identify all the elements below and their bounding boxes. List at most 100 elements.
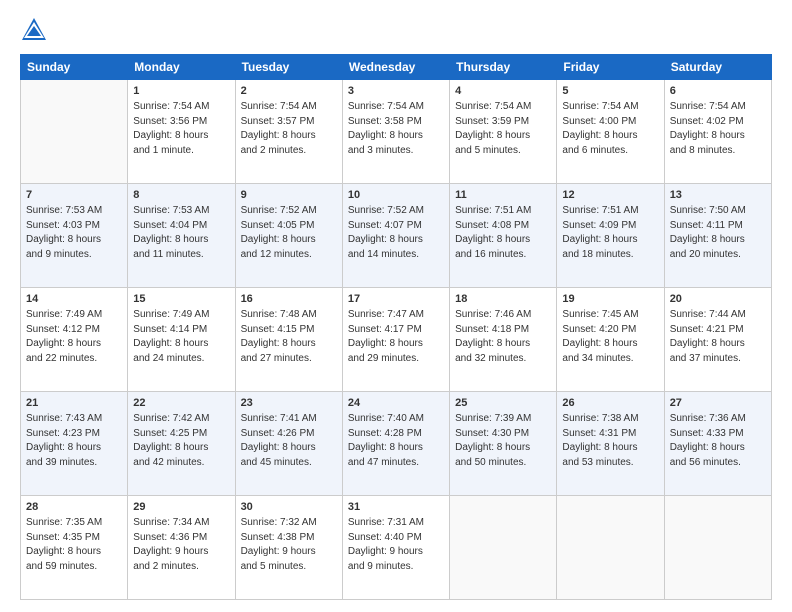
day-info: Sunrise: 7:54 AM Sunset: 4:02 PM Dayligh… — [670, 100, 766, 158]
day-info: Sunrise: 7:51 AM Sunset: 4:08 PM Dayligh… — [455, 204, 551, 262]
day-header: Friday — [557, 55, 664, 80]
day-info: Sunrise: 7:53 AM Sunset: 4:04 PM Dayligh… — [133, 204, 229, 262]
day-header: Wednesday — [342, 55, 449, 80]
day-info: Sunrise: 7:48 AM Sunset: 4:15 PM Dayligh… — [241, 308, 337, 366]
day-number: 16 — [241, 292, 337, 307]
day-number: 1 — [133, 84, 229, 99]
day-info: Sunrise: 7:47 AM Sunset: 4:17 PM Dayligh… — [348, 308, 444, 366]
day-cell: 6Sunrise: 7:54 AM Sunset: 4:02 PM Daylig… — [664, 80, 771, 184]
day-cell — [450, 496, 557, 600]
day-info: Sunrise: 7:54 AM Sunset: 3:58 PM Dayligh… — [348, 100, 444, 158]
day-number: 19 — [562, 292, 658, 307]
day-info: Sunrise: 7:52 AM Sunset: 4:05 PM Dayligh… — [241, 204, 337, 262]
day-info: Sunrise: 7:49 AM Sunset: 4:12 PM Dayligh… — [26, 308, 122, 366]
day-cell: 27Sunrise: 7:36 AM Sunset: 4:33 PM Dayli… — [664, 392, 771, 496]
day-cell: 12Sunrise: 7:51 AM Sunset: 4:09 PM Dayli… — [557, 184, 664, 288]
day-number: 7 — [26, 188, 122, 203]
day-number: 10 — [348, 188, 444, 203]
day-number: 26 — [562, 396, 658, 411]
day-cell: 21Sunrise: 7:43 AM Sunset: 4:23 PM Dayli… — [21, 392, 128, 496]
calendar-header: SundayMondayTuesdayWednesdayThursdayFrid… — [21, 55, 772, 80]
day-cell: 25Sunrise: 7:39 AM Sunset: 4:30 PM Dayli… — [450, 392, 557, 496]
day-cell: 31Sunrise: 7:31 AM Sunset: 4:40 PM Dayli… — [342, 496, 449, 600]
day-info: Sunrise: 7:39 AM Sunset: 4:30 PM Dayligh… — [455, 412, 551, 470]
day-number: 2 — [241, 84, 337, 99]
day-number: 11 — [455, 188, 551, 203]
day-info: Sunrise: 7:54 AM Sunset: 3:56 PM Dayligh… — [133, 100, 229, 158]
day-info: Sunrise: 7:50 AM Sunset: 4:11 PM Dayligh… — [670, 204, 766, 262]
day-info: Sunrise: 7:43 AM Sunset: 4:23 PM Dayligh… — [26, 412, 122, 470]
week-row: 28Sunrise: 7:35 AM Sunset: 4:35 PM Dayli… — [21, 496, 772, 600]
day-header: Saturday — [664, 55, 771, 80]
day-cell: 8Sunrise: 7:53 AM Sunset: 4:04 PM Daylig… — [128, 184, 235, 288]
day-cell: 22Sunrise: 7:42 AM Sunset: 4:25 PM Dayli… — [128, 392, 235, 496]
day-number: 12 — [562, 188, 658, 203]
day-number: 3 — [348, 84, 444, 99]
day-cell: 20Sunrise: 7:44 AM Sunset: 4:21 PM Dayli… — [664, 288, 771, 392]
day-number: 30 — [241, 500, 337, 515]
day-info: Sunrise: 7:34 AM Sunset: 4:36 PM Dayligh… — [133, 516, 229, 574]
day-cell: 29Sunrise: 7:34 AM Sunset: 4:36 PM Dayli… — [128, 496, 235, 600]
day-cell: 28Sunrise: 7:35 AM Sunset: 4:35 PM Dayli… — [21, 496, 128, 600]
day-number: 22 — [133, 396, 229, 411]
day-info: Sunrise: 7:49 AM Sunset: 4:14 PM Dayligh… — [133, 308, 229, 366]
day-cell: 2Sunrise: 7:54 AM Sunset: 3:57 PM Daylig… — [235, 80, 342, 184]
day-number: 23 — [241, 396, 337, 411]
day-cell: 14Sunrise: 7:49 AM Sunset: 4:12 PM Dayli… — [21, 288, 128, 392]
day-header: Sunday — [21, 55, 128, 80]
day-info: Sunrise: 7:42 AM Sunset: 4:25 PM Dayligh… — [133, 412, 229, 470]
header-row: SundayMondayTuesdayWednesdayThursdayFrid… — [21, 55, 772, 80]
calendar-body: 1Sunrise: 7:54 AM Sunset: 3:56 PM Daylig… — [21, 80, 772, 600]
day-cell — [21, 80, 128, 184]
week-row: 1Sunrise: 7:54 AM Sunset: 3:56 PM Daylig… — [21, 80, 772, 184]
day-cell: 3Sunrise: 7:54 AM Sunset: 3:58 PM Daylig… — [342, 80, 449, 184]
day-info: Sunrise: 7:52 AM Sunset: 4:07 PM Dayligh… — [348, 204, 444, 262]
day-info: Sunrise: 7:31 AM Sunset: 4:40 PM Dayligh… — [348, 516, 444, 574]
day-number: 21 — [26, 396, 122, 411]
day-number: 14 — [26, 292, 122, 307]
calendar: SundayMondayTuesdayWednesdayThursdayFrid… — [20, 54, 772, 600]
day-cell: 7Sunrise: 7:53 AM Sunset: 4:03 PM Daylig… — [21, 184, 128, 288]
day-cell: 11Sunrise: 7:51 AM Sunset: 4:08 PM Dayli… — [450, 184, 557, 288]
logo-icon — [20, 16, 48, 44]
day-info: Sunrise: 7:35 AM Sunset: 4:35 PM Dayligh… — [26, 516, 122, 574]
day-info: Sunrise: 7:32 AM Sunset: 4:38 PM Dayligh… — [241, 516, 337, 574]
day-cell: 1Sunrise: 7:54 AM Sunset: 3:56 PM Daylig… — [128, 80, 235, 184]
day-number: 28 — [26, 500, 122, 515]
day-number: 25 — [455, 396, 551, 411]
day-header: Tuesday — [235, 55, 342, 80]
day-cell — [664, 496, 771, 600]
day-cell: 24Sunrise: 7:40 AM Sunset: 4:28 PM Dayli… — [342, 392, 449, 496]
day-number: 29 — [133, 500, 229, 515]
day-info: Sunrise: 7:53 AM Sunset: 4:03 PM Dayligh… — [26, 204, 122, 262]
day-cell: 30Sunrise: 7:32 AM Sunset: 4:38 PM Dayli… — [235, 496, 342, 600]
day-number: 31 — [348, 500, 444, 515]
logo — [20, 16, 52, 44]
day-info: Sunrise: 7:41 AM Sunset: 4:26 PM Dayligh… — [241, 412, 337, 470]
day-number: 24 — [348, 396, 444, 411]
day-cell: 4Sunrise: 7:54 AM Sunset: 3:59 PM Daylig… — [450, 80, 557, 184]
week-row: 7Sunrise: 7:53 AM Sunset: 4:03 PM Daylig… — [21, 184, 772, 288]
day-number: 27 — [670, 396, 766, 411]
day-cell: 16Sunrise: 7:48 AM Sunset: 4:15 PM Dayli… — [235, 288, 342, 392]
day-number: 18 — [455, 292, 551, 307]
day-number: 9 — [241, 188, 337, 203]
day-info: Sunrise: 7:54 AM Sunset: 4:00 PM Dayligh… — [562, 100, 658, 158]
day-info: Sunrise: 7:45 AM Sunset: 4:20 PM Dayligh… — [562, 308, 658, 366]
day-number: 8 — [133, 188, 229, 203]
day-number: 20 — [670, 292, 766, 307]
day-cell: 26Sunrise: 7:38 AM Sunset: 4:31 PM Dayli… — [557, 392, 664, 496]
day-header: Thursday — [450, 55, 557, 80]
day-info: Sunrise: 7:38 AM Sunset: 4:31 PM Dayligh… — [562, 412, 658, 470]
day-cell: 15Sunrise: 7:49 AM Sunset: 4:14 PM Dayli… — [128, 288, 235, 392]
day-cell: 18Sunrise: 7:46 AM Sunset: 4:18 PM Dayli… — [450, 288, 557, 392]
day-number: 15 — [133, 292, 229, 307]
day-info: Sunrise: 7:51 AM Sunset: 4:09 PM Dayligh… — [562, 204, 658, 262]
day-number: 13 — [670, 188, 766, 203]
day-cell: 23Sunrise: 7:41 AM Sunset: 4:26 PM Dayli… — [235, 392, 342, 496]
day-info: Sunrise: 7:40 AM Sunset: 4:28 PM Dayligh… — [348, 412, 444, 470]
day-cell: 10Sunrise: 7:52 AM Sunset: 4:07 PM Dayli… — [342, 184, 449, 288]
page: SundayMondayTuesdayWednesdayThursdayFrid… — [0, 0, 792, 612]
day-cell: 17Sunrise: 7:47 AM Sunset: 4:17 PM Dayli… — [342, 288, 449, 392]
day-cell: 5Sunrise: 7:54 AM Sunset: 4:00 PM Daylig… — [557, 80, 664, 184]
